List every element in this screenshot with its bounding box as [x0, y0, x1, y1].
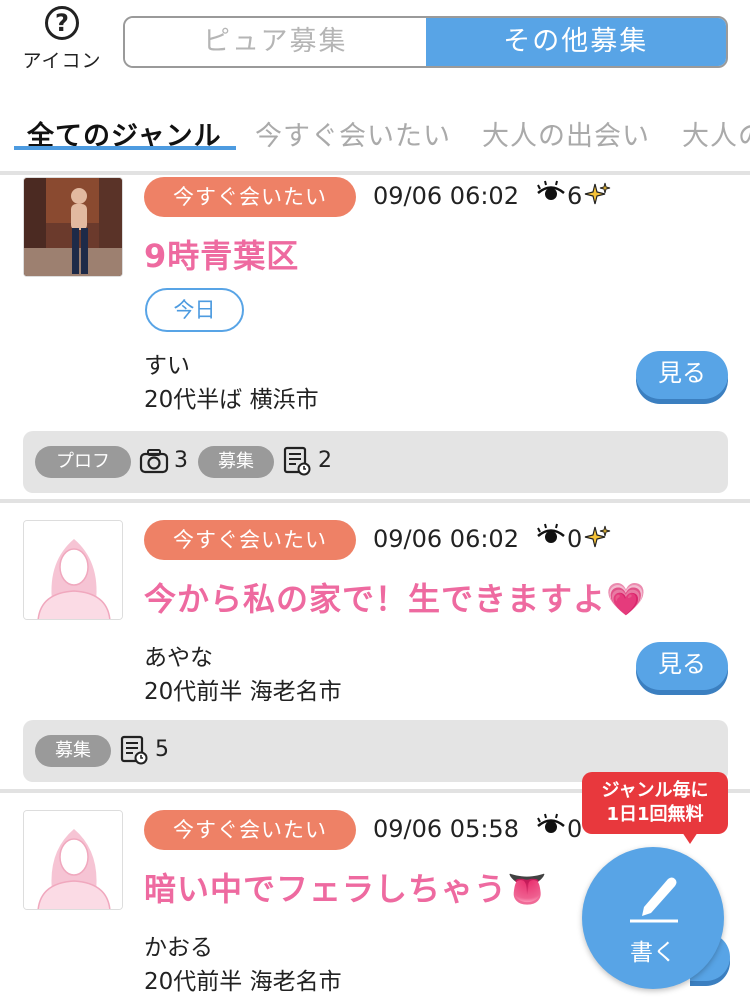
- icon-label: アイコン: [22, 50, 102, 72]
- profile-pill[interactable]: プロフ: [35, 446, 131, 478]
- eye-icon: [536, 522, 566, 556]
- post-footer: プロフ 3 募集 2: [23, 431, 728, 493]
- active-tab-indicator: [14, 146, 236, 150]
- user-meta: 20代前半 海老名市: [144, 969, 342, 995]
- post-title[interactable]: 9時青葉区: [144, 231, 299, 277]
- heart-emoji: 💗: [606, 580, 647, 618]
- genre-tab-meet-now[interactable]: 今すぐ会いたい: [255, 114, 451, 153]
- view-button[interactable]: 見る: [636, 351, 728, 399]
- post-count: 2: [318, 448, 332, 473]
- help-icon: ?: [45, 6, 79, 40]
- divider: [0, 171, 750, 175]
- avatar-placeholder[interactable]: [23, 520, 123, 620]
- icon-settings-button[interactable]: ? アイコン: [14, 6, 110, 73]
- tab-other-recruit[interactable]: その他募集: [425, 18, 726, 66]
- post-list-icon: [282, 446, 312, 476]
- user-name: あやな: [144, 645, 213, 671]
- post-time: 09/06 06:02: [373, 525, 519, 553]
- tongue-emoji: 👅: [507, 870, 548, 908]
- genre-tab-adult-partial[interactable]: 大人の: [682, 114, 750, 153]
- divider: [0, 499, 750, 503]
- photo-count: 3: [174, 448, 188, 473]
- bubble-tail: [682, 832, 698, 844]
- header: ? アイコン ピュア募集 その他募集: [0, 0, 750, 82]
- post-time: 09/06 05:58: [373, 815, 519, 843]
- genre-badge: 今すぐ会いたい: [144, 177, 356, 217]
- eye-icon: [536, 812, 566, 846]
- sparkle-icon: [582, 180, 612, 216]
- view-button[interactable]: 見る: [636, 642, 728, 690]
- write-button[interactable]: 書く: [582, 847, 724, 989]
- post-title[interactable]: 暗い中でフェラしちゃう👅: [144, 864, 548, 910]
- genre-badge: 今すぐ会いたい: [144, 810, 356, 850]
- post-title[interactable]: 今から私の家で！生できますよ💗: [144, 574, 647, 620]
- avatar-photo[interactable]: [23, 177, 123, 277]
- tab-pure-recruit[interactable]: ピュア募集: [125, 18, 426, 66]
- post-count: 5: [155, 737, 169, 762]
- free-post-bubble: ジャンル毎に 1日1回無料: [582, 772, 728, 834]
- pen-icon: [626, 869, 682, 925]
- post-list-icon: [119, 735, 149, 765]
- bubble-line-2: 1日1回無料: [606, 804, 704, 825]
- post-title-text: 今から私の家で！生できますよ: [144, 580, 607, 618]
- user-name: すい: [144, 353, 190, 379]
- genre-badge: 今すぐ会いたい: [144, 520, 356, 560]
- bubble-line-1: ジャンル毎に: [601, 780, 709, 801]
- eye-icon: [536, 179, 566, 213]
- genre-tabs: 全てのジャンル 今すぐ会いたい 大人の出会い 大人の: [0, 108, 750, 160]
- user-name: かおる: [144, 935, 213, 961]
- user-meta: 20代前半 海老名市: [144, 679, 342, 705]
- recruit-pill[interactable]: 募集: [198, 446, 274, 478]
- write-label: 書く: [630, 940, 676, 966]
- camera-icon: [139, 446, 169, 476]
- recruit-pill[interactable]: 募集: [35, 735, 111, 767]
- post-title-text: 暗い中でフェラしちゃう: [144, 870, 508, 908]
- genre-tab-adult-meet[interactable]: 大人の出会い: [482, 114, 650, 153]
- user-meta: 20代半ば 横浜市: [144, 387, 319, 413]
- view-count: 6: [567, 182, 583, 210]
- post-time: 09/06 06:02: [373, 182, 519, 210]
- sparkle-icon: [582, 523, 612, 559]
- recruit-type-toggle: ピュア募集 その他募集: [123, 16, 728, 68]
- view-count: 0: [567, 525, 583, 553]
- view-count: 0: [567, 815, 583, 843]
- today-tag: 今日: [145, 288, 244, 332]
- avatar-placeholder[interactable]: [23, 810, 123, 910]
